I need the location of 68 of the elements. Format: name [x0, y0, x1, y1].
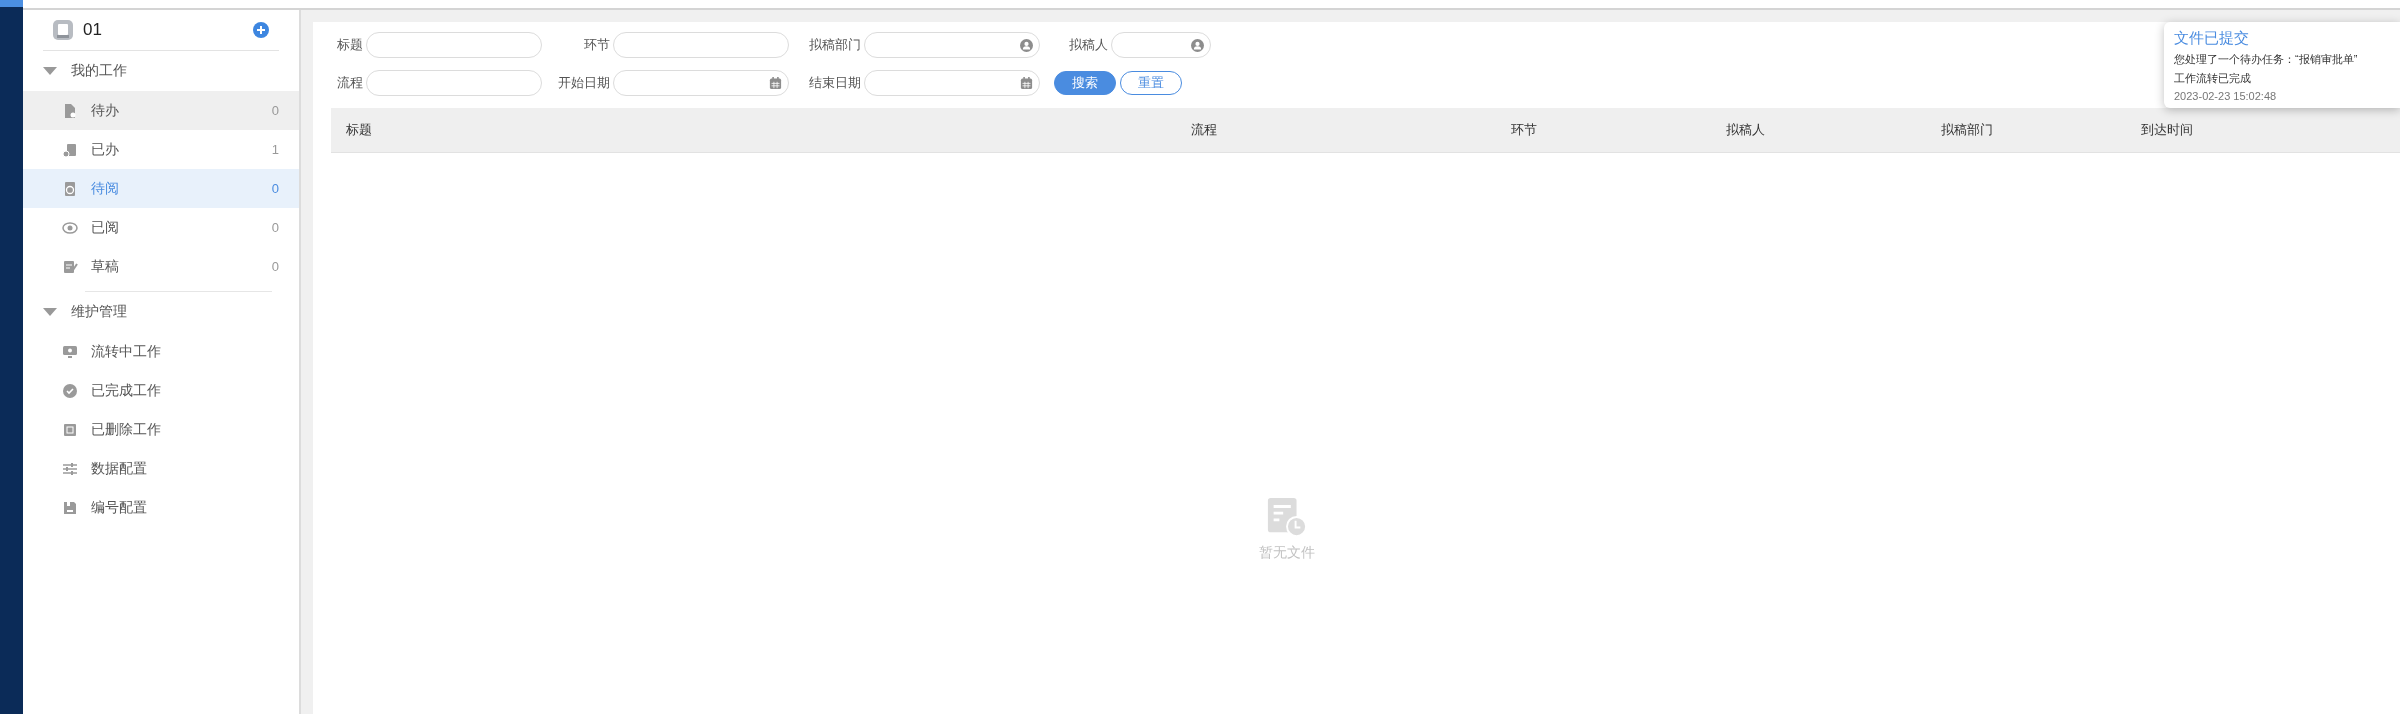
filter-label: 拟稿人: [1068, 36, 1109, 54]
notification-text: 工作流转已完成: [2174, 71, 2252, 86]
folder-icon: [53, 20, 73, 40]
empty-message: 暂无文件: [1258, 543, 1315, 562]
filter-label: 拟稿部门: [808, 36, 862, 54]
empty-document-icon: [1265, 495, 1308, 538]
user-icon: [1020, 38, 1033, 52]
check-circle-icon: [62, 382, 78, 399]
filter-label: 环节: [583, 36, 611, 54]
filter-label: 流程: [336, 74, 364, 92]
item-label: 编号配置: [91, 498, 148, 517]
item-label: 数据配置: [91, 459, 148, 478]
item-label: 已办: [91, 140, 120, 159]
notification-title: 文件已提交: [2174, 29, 2250, 48]
reset-button[interactable]: 重置: [1120, 71, 1182, 95]
item-count: 0: [271, 259, 279, 274]
floppy-icon: [62, 499, 78, 516]
notification-time: 2023-02-23 15:02:48: [2174, 90, 2278, 102]
box-icon: [62, 421, 78, 438]
notification-text: 您处理了一个待办任务：“报销审批单”: [2174, 52, 2359, 67]
document-icon: [62, 141, 78, 158]
item-label: 流转中工作: [91, 342, 162, 361]
add-icon[interactable]: [253, 22, 269, 38]
document-icon: [62, 258, 78, 275]
sidebar-item[interactable]: 已办 1: [23, 130, 299, 169]
user-icon: [1191, 38, 1204, 52]
item-label: 草稿: [91, 257, 120, 276]
sidebar-item[interactable]: 已阅 0: [23, 208, 299, 247]
item-label: 待办: [91, 101, 120, 120]
document-icon: [62, 180, 78, 197]
sidebar-group[interactable]: 维护管理: [23, 292, 299, 332]
sidebar-item[interactable]: 待办 0: [23, 91, 299, 130]
column-header[interactable]: 到达时间: [2141, 121, 2400, 139]
column-header[interactable]: 标题: [346, 121, 1191, 139]
item-label: 已完成工作: [91, 381, 162, 400]
item-label: 已删除工作: [91, 420, 162, 439]
sidebar-item[interactable]: 数据配置: [23, 449, 299, 488]
group-label: 维护管理: [71, 303, 127, 321]
menu-tab[interactable]: [0, 0, 23, 7]
filter-label: 标题: [336, 36, 364, 54]
sidebar-item[interactable]: 流转中工作: [23, 332, 299, 371]
group-label: 我的工作: [71, 62, 127, 80]
item-label: 待阅: [91, 179, 120, 198]
filter-label: 开始日期: [557, 74, 611, 92]
item-count: 0: [271, 181, 279, 196]
sidebar-group[interactable]: 我的工作: [23, 51, 299, 91]
sidebar-item[interactable]: 已删除工作: [23, 410, 299, 449]
sidebar-item[interactable]: 编号配置: [23, 488, 299, 527]
column-header[interactable]: 拟稿部门: [1941, 121, 2141, 139]
item-count: 1: [271, 142, 279, 157]
eye-icon: [62, 219, 78, 236]
item-count: 0: [271, 220, 279, 235]
monitor-icon: [62, 343, 78, 360]
sidebar-item[interactable]: 已完成工作: [23, 371, 299, 410]
filter-label: 结束日期: [808, 74, 862, 92]
column-header[interactable]: 环节: [1511, 121, 1726, 139]
column-header[interactable]: 流程: [1191, 121, 1511, 139]
calendar-icon: [1020, 77, 1033, 89]
caret-icon: [43, 308, 57, 316]
caret-icon: [43, 67, 57, 75]
item-count: 0: [271, 103, 279, 118]
document-icon: [62, 102, 78, 119]
column-header[interactable]: 拟稿人: [1726, 121, 1941, 139]
item-label: 已阅: [91, 218, 120, 237]
calendar-icon: [769, 77, 782, 89]
sliders-icon: [62, 460, 78, 477]
sidebar-item[interactable]: 草稿 0: [23, 247, 299, 286]
sidebar-title: 01: [83, 20, 103, 40]
